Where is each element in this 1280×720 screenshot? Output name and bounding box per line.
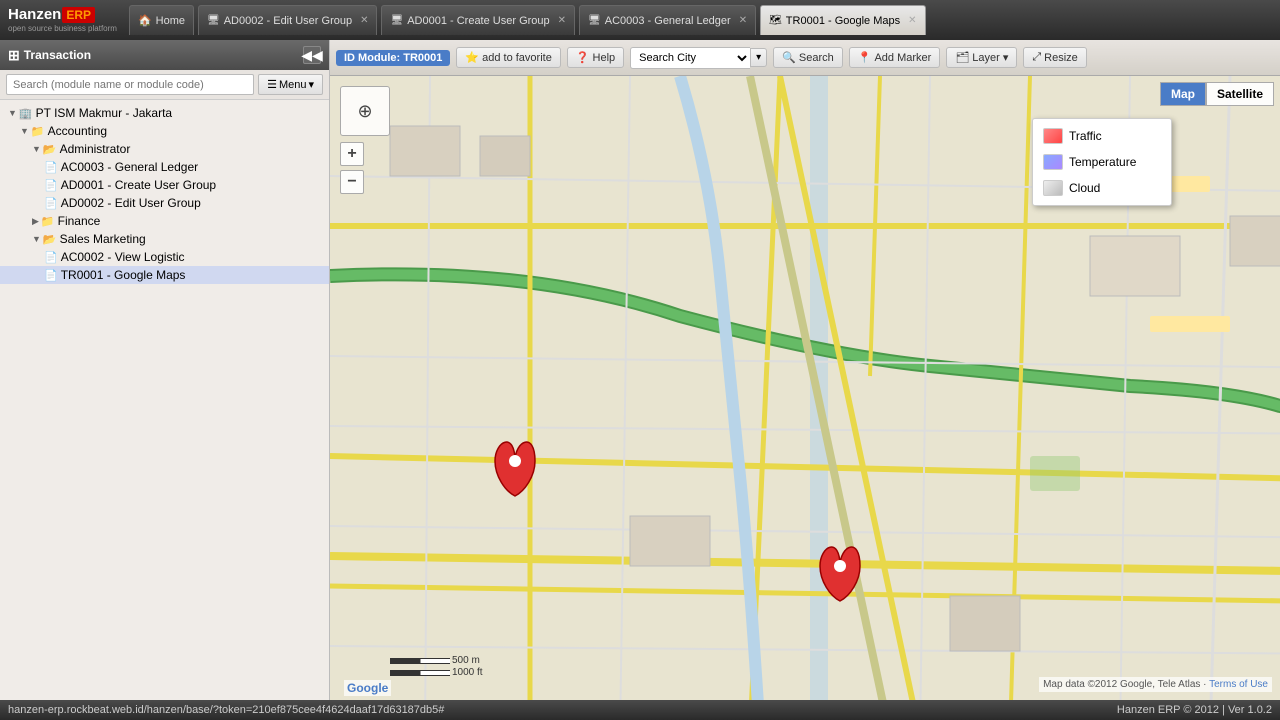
tab-ac0003[interactable]: 🖥 AC0003 - General Ledger ✕	[579, 5, 756, 35]
resize-button[interactable]: ⤢ Resize	[1023, 47, 1086, 68]
map-container[interactable]: Traffic Temperature Cloud ⊕ + − Map	[330, 76, 1280, 700]
module-id-badge: ID Module: TR0001	[336, 50, 450, 66]
map-type-map-button[interactable]: Map	[1160, 82, 1206, 106]
zoom-out-button[interactable]: −	[340, 170, 364, 194]
map-icon: 🗺	[769, 15, 782, 26]
status-version: Hanzen ERP © 2012 | Ver 1.0.2	[1117, 704, 1272, 716]
tab-bar: HanzenERP open source business platform …	[0, 0, 1280, 40]
search-icon: 🔍	[782, 51, 796, 64]
tree-company[interactable]: ▼ 🏢 PT ISM Makmur - Jakarta	[0, 104, 329, 122]
expand-icon: ▼	[8, 108, 17, 118]
chevron-down-icon2: ▾	[1003, 51, 1009, 64]
cloud-layer-icon	[1043, 180, 1063, 196]
sidebar: ⊞ Transaction ◀◀ ☰ Menu ▾ ▼ 🏢 PT ISM Mak…	[0, 40, 330, 700]
map-attribution: Map data ©2012 Google, Tele Atlas · Term…	[1039, 677, 1272, 692]
menu-button[interactable]: ☰ Menu ▾	[258, 74, 323, 95]
map-navigation[interactable]: ⊕	[340, 86, 390, 136]
home-icon: 🏠	[138, 14, 152, 27]
tree-item-administrator[interactable]: ▼ 📂 Administrator	[0, 140, 329, 158]
sales-folder-icon: 📂	[43, 233, 57, 246]
doc-icon-ac0002: 📄	[44, 251, 58, 264]
company-folder-icon: 🏢	[19, 107, 33, 120]
expand-icon-admin: ▼	[32, 144, 41, 154]
tab-tr0001[interactable]: 🗺 TR0001 - Google Maps ✕	[760, 5, 925, 35]
map-type-satellite-button[interactable]: Satellite	[1206, 82, 1274, 106]
tree-item-accounting[interactable]: ▼ 📁 Accounting	[0, 122, 329, 140]
logo-text: HanzenERP	[8, 7, 117, 22]
sidebar-collapse-button[interactable]: ◀◀	[303, 46, 321, 64]
tree-item-ac0002[interactable]: 📄 AC0002 - View Logistic	[0, 248, 329, 266]
sidebar-header: ⊞ Transaction ◀◀	[0, 40, 329, 70]
status-bar: hanzen-erp.rockbeat.web.id/hanzen/base/?…	[0, 700, 1280, 720]
help-icon: ❓	[576, 51, 590, 64]
help-button[interactable]: ❓ Help	[567, 47, 624, 68]
module-search-input[interactable]	[6, 74, 254, 95]
search-bar: ☰ Menu ▾	[0, 70, 329, 100]
tree-item-ad0001[interactable]: 📄 AD0001 - Create User Group	[0, 176, 329, 194]
expand-icon-sales: ▼	[32, 234, 41, 244]
expand-icon-accounting: ▼	[20, 126, 29, 136]
layer-button[interactable]: 🗂 Layer ▾	[946, 47, 1017, 68]
window-icon3: 🖥	[588, 15, 601, 26]
layer-dropdown: Traffic Temperature Cloud	[1032, 118, 1172, 206]
menu-icon: ☰	[267, 78, 277, 91]
window-icon2: 🖥	[390, 15, 403, 26]
tree-item-ac0003[interactable]: 📄 AC0003 - General Ledger	[0, 158, 329, 176]
finance-folder-icon: 📁	[41, 215, 55, 228]
logo-sub: open source business platform	[8, 24, 117, 33]
grid-icon: ⊞	[8, 47, 20, 64]
tab-ad0002[interactable]: 🖥 AD0002 - Edit User Group ✕	[198, 5, 377, 35]
layer-option-traffic[interactable]: Traffic	[1033, 123, 1171, 149]
marker-icon: 📍	[858, 51, 872, 64]
map-type-buttons: Map Satellite	[1160, 82, 1274, 106]
search-button[interactable]: 🔍 Search	[773, 47, 843, 68]
app-logo: HanzenERP open source business platform	[8, 7, 117, 33]
zoom-in-button[interactable]: +	[340, 142, 364, 166]
search-city-wrapper: Search City ▾	[630, 47, 767, 69]
window-icon: 🖥	[207, 15, 220, 26]
admin-folder-icon: 📂	[43, 143, 57, 156]
tab-close-ac0003[interactable]: ✕	[739, 15, 747, 26]
add-marker-button[interactable]: 📍 Add Marker	[849, 47, 941, 68]
tree-item-finance[interactable]: ▶ 📁 Finance	[0, 212, 329, 230]
sidebar-title: ⊞ Transaction	[8, 47, 91, 64]
doc-icon-ac0003: 📄	[44, 161, 58, 174]
layers-icon: 🗂	[955, 51, 969, 64]
tab-close-ad0002[interactable]: ✕	[360, 15, 368, 26]
google-logo: Google	[344, 680, 391, 696]
star-icon: ⭐	[465, 51, 479, 64]
search-city-dropdown-arrow[interactable]: ▾	[750, 48, 767, 67]
module-toolbar: ID Module: TR0001 ⭐ add to favorite ❓ He…	[330, 40, 1280, 76]
doc-icon-tr0001: 📄	[44, 269, 58, 282]
tab-close-tr0001[interactable]: ✕	[908, 15, 916, 26]
tree-item-ad0002[interactable]: 📄 AD0002 - Edit User Group	[0, 194, 329, 212]
tab-close-ad0001[interactable]: ✕	[558, 15, 566, 26]
terms-of-service-link[interactable]: Terms of Use	[1209, 679, 1268, 690]
traffic-layer-icon	[1043, 128, 1063, 144]
tab-home[interactable]: 🏠 Home	[129, 5, 194, 35]
map-scale: 500 m 1000 ft	[390, 655, 483, 678]
accounting-folder-icon: 📁	[31, 125, 45, 138]
tree-container: ▼ 🏢 PT ISM Makmur - Jakarta ▼ 📁 Accounti…	[0, 100, 329, 700]
search-city-select[interactable]: Search City	[630, 47, 750, 69]
chevron-down-icon: ▾	[308, 78, 314, 91]
temperature-layer-icon	[1043, 154, 1063, 170]
doc-icon-ad0001: 📄	[44, 179, 58, 192]
content-area: ID Module: TR0001 ⭐ add to favorite ❓ He…	[330, 40, 1280, 700]
layer-option-cloud[interactable]: Cloud	[1033, 175, 1171, 201]
status-url: hanzen-erp.rockbeat.web.id/hanzen/base/?…	[8, 704, 444, 716]
tab-ad0001[interactable]: 🖥 AD0001 - Create User Group ✕	[381, 5, 575, 35]
main-layout: ⊞ Transaction ◀◀ ☰ Menu ▾ ▼ 🏢 PT ISM Mak…	[0, 40, 1280, 700]
doc-icon-ad0002: 📄	[44, 197, 58, 210]
expand-icon-finance: ▶	[32, 216, 39, 227]
resize-icon: ⤢	[1032, 51, 1041, 64]
tree-item-sales[interactable]: ▼ 📂 Sales Marketing	[0, 230, 329, 248]
tree-item-tr0001[interactable]: 📄 TR0001 - Google Maps	[0, 266, 329, 284]
map-controls: ⊕ + −	[340, 86, 390, 194]
add-favorite-button[interactable]: ⭐ add to favorite	[456, 47, 560, 68]
layer-option-temperature[interactable]: Temperature	[1033, 149, 1171, 175]
